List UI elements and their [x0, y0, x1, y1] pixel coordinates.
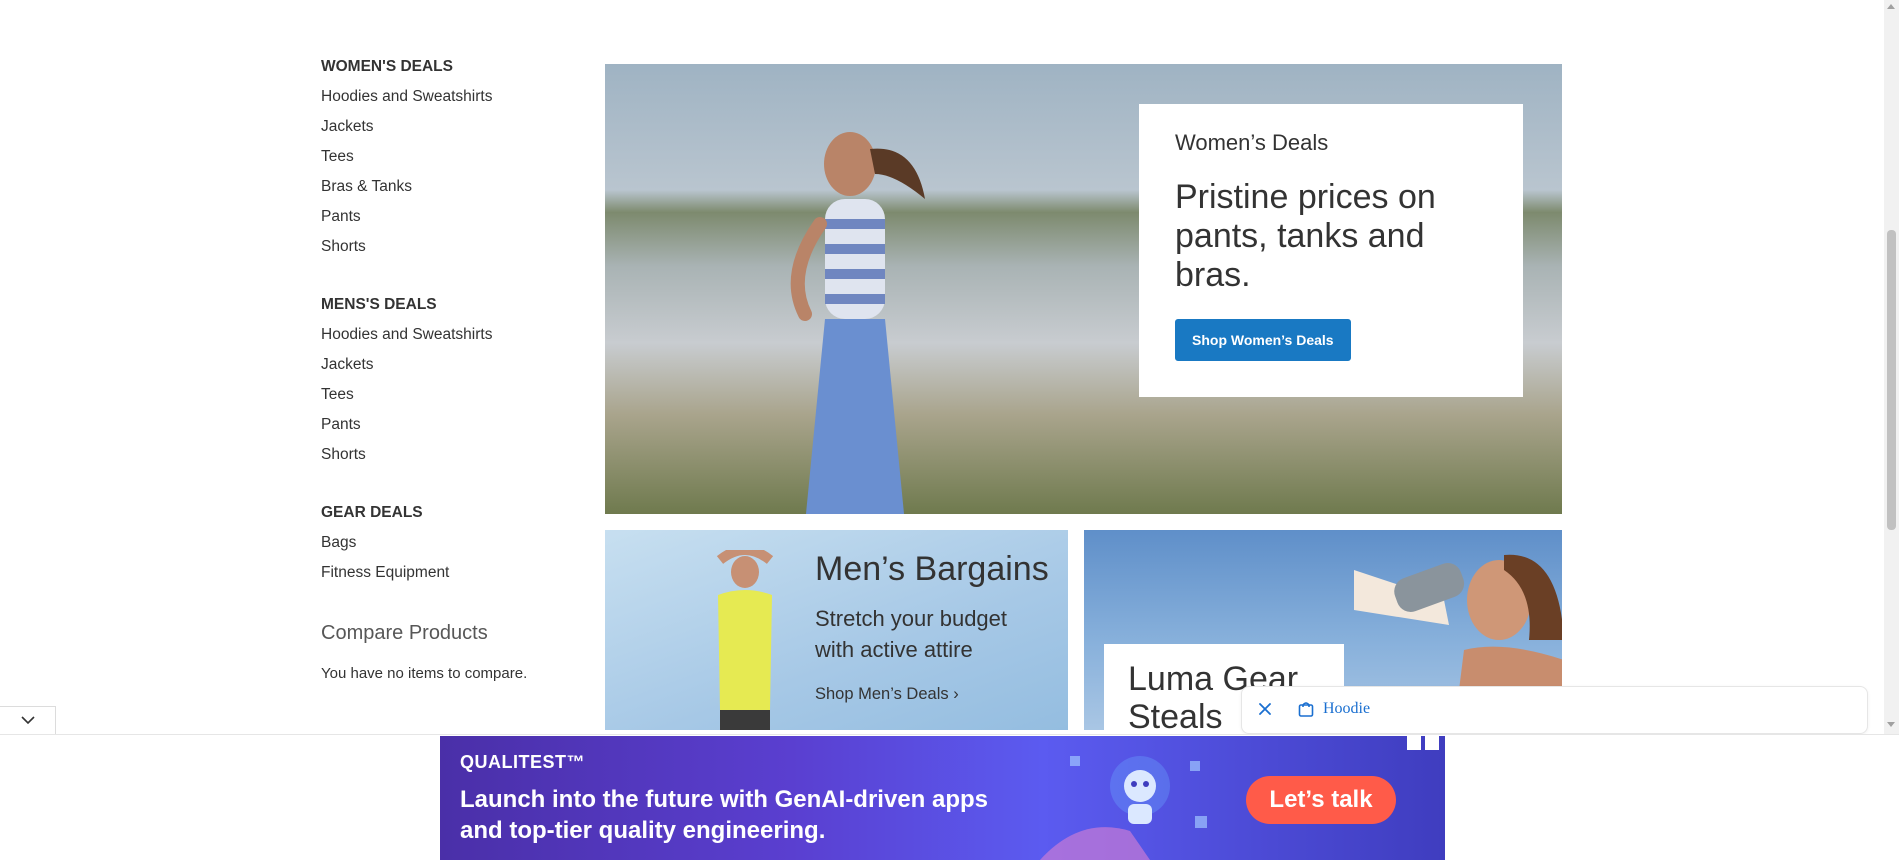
runner-image — [790, 132, 925, 514]
ad-brand: QUALITEST™ — [460, 752, 585, 772]
mens-pants-link[interactable]: Pants — [321, 416, 581, 446]
mens-bargains-tile[interactable]: Men’s Bargains Stretch your budget with … — [605, 530, 1068, 730]
ad-copy: Launch into the future with GenAI-driven… — [460, 786, 989, 844]
close-icon[interactable] — [1256, 700, 1274, 718]
collapse-ad-tab[interactable] — [0, 706, 56, 734]
womens-jackets-link[interactable]: Jackets — [321, 118, 581, 148]
deals-sidebar: WOMEN'S DEALS Hoodies and Sweatshirts Ja… — [321, 58, 581, 682]
womens-deals-heading: WOMEN'S DEALS — [321, 58, 453, 75]
qualitest-ad-banner[interactable]: QUALITEST™ Launch into the future with G… — [440, 736, 1445, 860]
mens-tees-link[interactable]: Tees — [321, 386, 581, 416]
mens-hoodies-link[interactable]: Hoodies and Sweatshirts — [321, 326, 581, 356]
chevron-down-icon — [21, 716, 35, 725]
compare-empty-text: You have no items to compare. — [321, 665, 528, 682]
search-query-text[interactable]: Hoodie — [1323, 700, 1370, 718]
shop-womens-deals-button[interactable]: Shop Women’s Deals — [1175, 319, 1351, 361]
mens-jackets-link[interactable]: Jackets — [321, 356, 581, 386]
lets-talk-button[interactable]: Let’s talk — [1246, 776, 1396, 824]
page-scrollbar[interactable] — [1884, 0, 1899, 734]
search-suggestion-widget[interactable]: Hoodie — [1241, 686, 1868, 734]
compare-products-title: Compare Products — [321, 622, 488, 644]
shop-mens-deals-link[interactable]: Shop Men’s Deals › — [815, 685, 1049, 704]
mens-shorts-link[interactable]: Shorts — [321, 446, 581, 476]
womens-bras-tanks-link[interactable]: Bras & Tanks — [321, 178, 581, 208]
gear-bags-link[interactable]: Bags — [321, 534, 581, 564]
womens-shorts-link[interactable]: Shorts — [321, 238, 581, 268]
shopping-bag-icon — [1298, 702, 1314, 717]
ai-robot-image — [1040, 756, 1207, 860]
man-stretching-image — [716, 550, 774, 730]
scrollbar-thumb[interactable] — [1887, 230, 1896, 530]
hero-headline: Pristine prices on pants, tanks and bras… — [1175, 178, 1436, 294]
adchoices-icon[interactable] — [1407, 736, 1421, 750]
gear-deals-section: GEAR DEALS Bags Fitness Equipment — [321, 504, 581, 594]
hero-subtitle: Women’s Deals — [1175, 130, 1329, 155]
hero-promo-card: Women’s Deals Pristine prices on pants, … — [1139, 104, 1523, 397]
womens-deals-section: WOMEN'S DEALS Hoodies and Sweatshirts Ja… — [321, 58, 581, 268]
womens-deals-hero-banner[interactable]: Women’s Deals Pristine prices on pants, … — [605, 64, 1562, 514]
womens-tees-link[interactable]: Tees — [321, 148, 581, 178]
chevron-right-icon: › — [953, 685, 959, 703]
shop-mens-deals-label: Shop Men’s Deals — [815, 685, 949, 703]
womens-hoodies-link[interactable]: Hoodies and Sweatshirts — [321, 88, 581, 118]
mens-deals-section: MENS'S DEALS Hoodies and Sweatshirts Jac… — [321, 296, 581, 476]
mens-bargains-title: Men’s Bargains — [815, 550, 1049, 588]
scroll-up-icon[interactable] — [1887, 4, 1895, 9]
mens-deals-heading: MENS'S DEALS — [321, 296, 437, 313]
scroll-down-icon[interactable] — [1887, 722, 1895, 727]
gear-fitness-equipment-link[interactable]: Fitness Equipment — [321, 564, 581, 594]
gear-deals-heading: GEAR DEALS — [321, 504, 423, 521]
ad-close-icon[interactable] — [1425, 736, 1439, 750]
womens-pants-link[interactable]: Pants — [321, 208, 581, 238]
mens-bargains-text: Stretch your budget with active attire — [815, 606, 1008, 662]
